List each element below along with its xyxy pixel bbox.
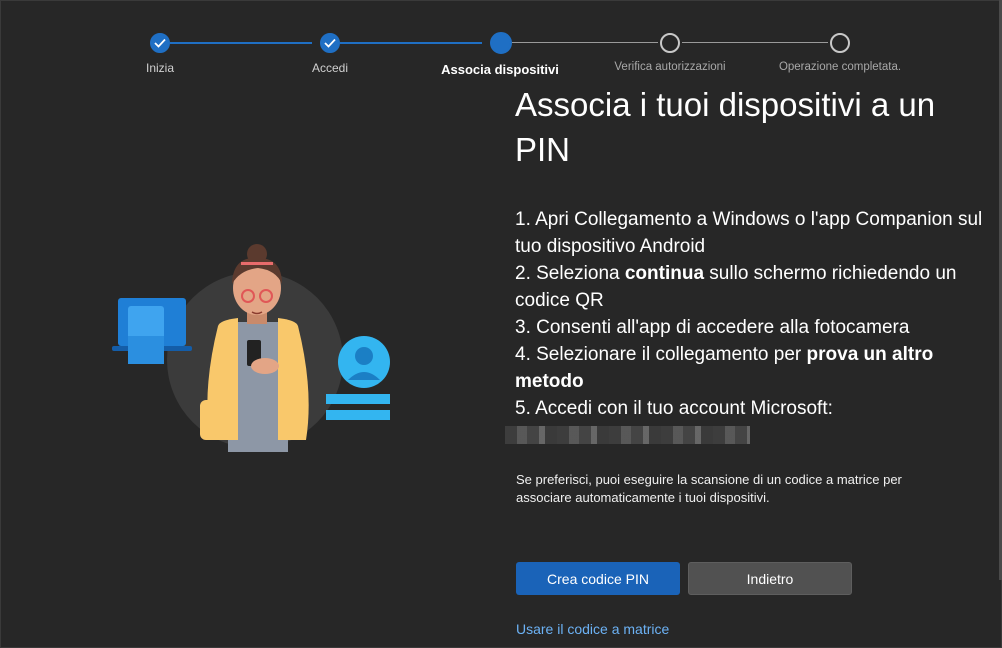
stepper-line-4: [682, 42, 828, 43]
back-button[interactable]: Indietro: [688, 562, 852, 595]
progress-stepper: Inizia Accedi Associa dispositivi Verifi…: [0, 0, 1002, 90]
instruction-step-2: 2. Seleziona continua sullo schermo rich…: [515, 260, 985, 314]
step-label-completata: Operazione completata.: [778, 61, 902, 73]
stepper-line-1: [170, 42, 312, 44]
instruction-step-2-prefix: 2. Seleziona: [515, 263, 625, 284]
step-3-current-icon: [490, 32, 512, 54]
stepper-line-2: [340, 42, 482, 44]
matrix-code-note: Se preferisci, puoi eseguire la scansion…: [516, 472, 902, 505]
step-label-accedi: Accedi: [311, 61, 349, 75]
step-1-done-icon: [150, 33, 170, 53]
step-5-todo-icon: [830, 33, 850, 53]
woman-holding-phone-figure: [200, 244, 309, 452]
redacted-account-email: [505, 426, 750, 444]
create-pin-button[interactable]: Crea codice PIN: [516, 562, 680, 595]
use-matrix-code-link[interactable]: Usare il codice a matrice: [516, 621, 669, 637]
instruction-step-3: 3. Consenti all'app di accedere alla fot…: [515, 317, 910, 338]
pairing-illustration: [112, 244, 390, 452]
step-label-associa: Associa dispositivi: [441, 62, 559, 77]
step-label-inizia: Inizia: [145, 61, 175, 75]
step-4-todo-icon: [660, 33, 680, 53]
instruction-step-5: 5. Accedi con il tuo account Microsoft:: [515, 398, 833, 419]
step-2-done-icon: [320, 33, 340, 53]
instruction-step-2-bold: continua: [624, 263, 705, 284]
instructions-list: 1. Apri Collegamento a Windows o l'app C…: [505, 206, 985, 452]
page-title: Associa i tuoi dispositivi a un PIN: [515, 86, 936, 168]
instruction-step-4: 4. Selezionare il collegamento per prova…: [515, 341, 985, 395]
stepper-line-3: [512, 42, 658, 43]
instruction-step-4-prefix: 4. Selezionare il collegamento per: [515, 344, 807, 365]
instruction-step-1: 1. Apri Collegamento a Windows o l'app C…: [515, 209, 983, 257]
step-label-verifica: Verifica autorizzazioni: [614, 61, 726, 73]
